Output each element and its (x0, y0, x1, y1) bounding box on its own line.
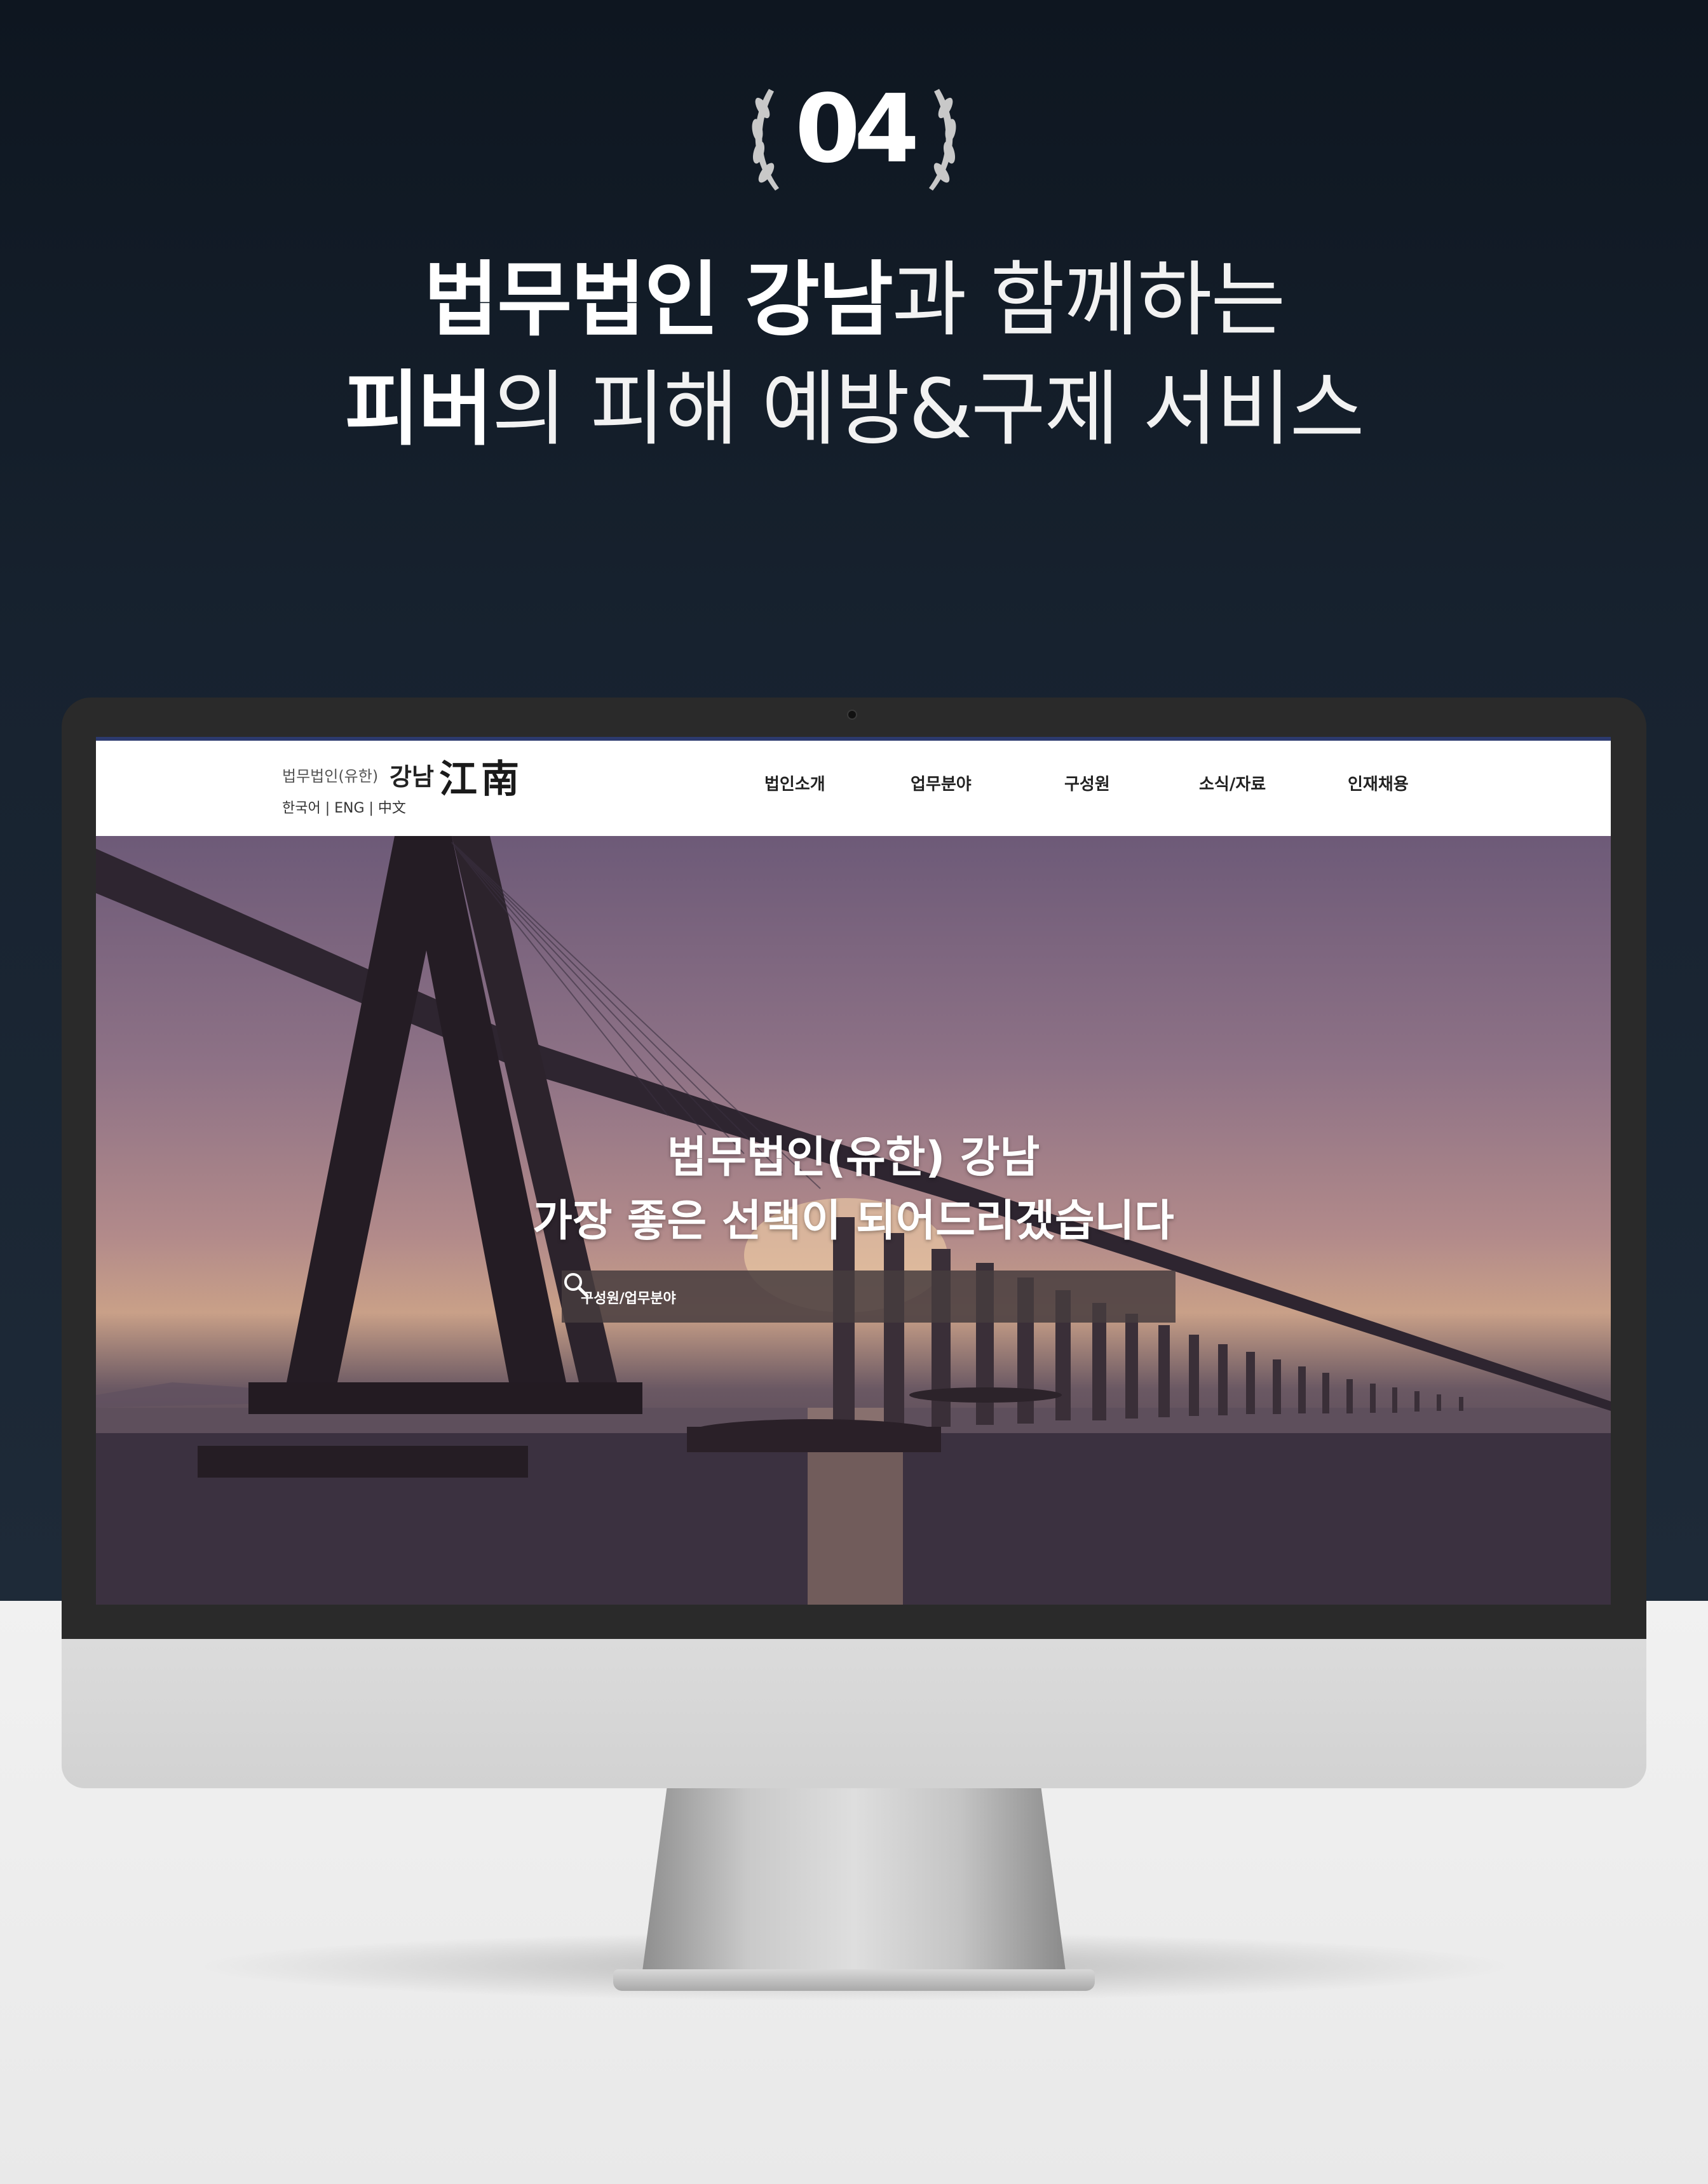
nav-item-news[interactable]: 소식/자료 (1199, 771, 1266, 795)
logo-firm-name[interactable]: 강남 (390, 757, 434, 792)
headline-line-1-rest: 과 함께하는 (891, 253, 1285, 347)
logo-hanja[interactable]: 江南 (439, 748, 523, 804)
camera-icon (847, 710, 857, 720)
headline-line-2-rest: 의 피해 예방&구제 서비스 (492, 362, 1364, 457)
search-icon[interactable] (562, 1271, 591, 1300)
hero-title-line-2: 가장 좋은 선택이 되어드리겠습니다 (532, 1196, 1174, 1246)
language-selector[interactable]: 한국어 | ENG | 中文 (282, 797, 406, 817)
nav-item-members[interactable]: 구성원 (1064, 771, 1110, 795)
search-input[interactable]: 구성원/업무분야 (562, 1271, 1176, 1323)
monitor-screen: 법무법인(유한) 강남 江南 한국어 | ENG | 中文 법인소개 업무분야 … (96, 737, 1611, 1605)
headline-line-1: 법무법인 강남과 함께하는 (0, 246, 1708, 354)
hero-banner: 법무법인(유한) 강남 가장 좋은 선택이 되어드리겠습니다 구성원/업무분야 (96, 836, 1611, 1605)
step-number: 04 (795, 74, 919, 184)
search-placeholder: 구성원/업무분야 (581, 1291, 676, 1307)
headline-firm-name: 법무법인 강남 (423, 253, 893, 347)
nav-item-careers[interactable]: 인재채용 (1348, 771, 1409, 795)
hero-title-line-1: 법무법인(유한) 강남 (667, 1133, 1040, 1183)
site-header: 법무법인(유한) 강남 江南 한국어 | ENG | 中文 법인소개 업무분야 … (96, 741, 1611, 836)
monitor-stand-neck (642, 1785, 1066, 1976)
logo-firm-type[interactable]: 법무법인(유한) (282, 764, 378, 786)
monitor-stand-base (613, 1969, 1095, 1991)
monitor-chin (62, 1626, 1646, 1788)
headline-brand-name: 피버 (344, 362, 493, 457)
headline-line-2: 피버의 피해 예방&구제 서비스 (0, 356, 1708, 464)
nav-item-practice-areas[interactable]: 업무분야 (911, 771, 972, 795)
nav-item-about[interactable]: 법인소개 (764, 771, 825, 795)
